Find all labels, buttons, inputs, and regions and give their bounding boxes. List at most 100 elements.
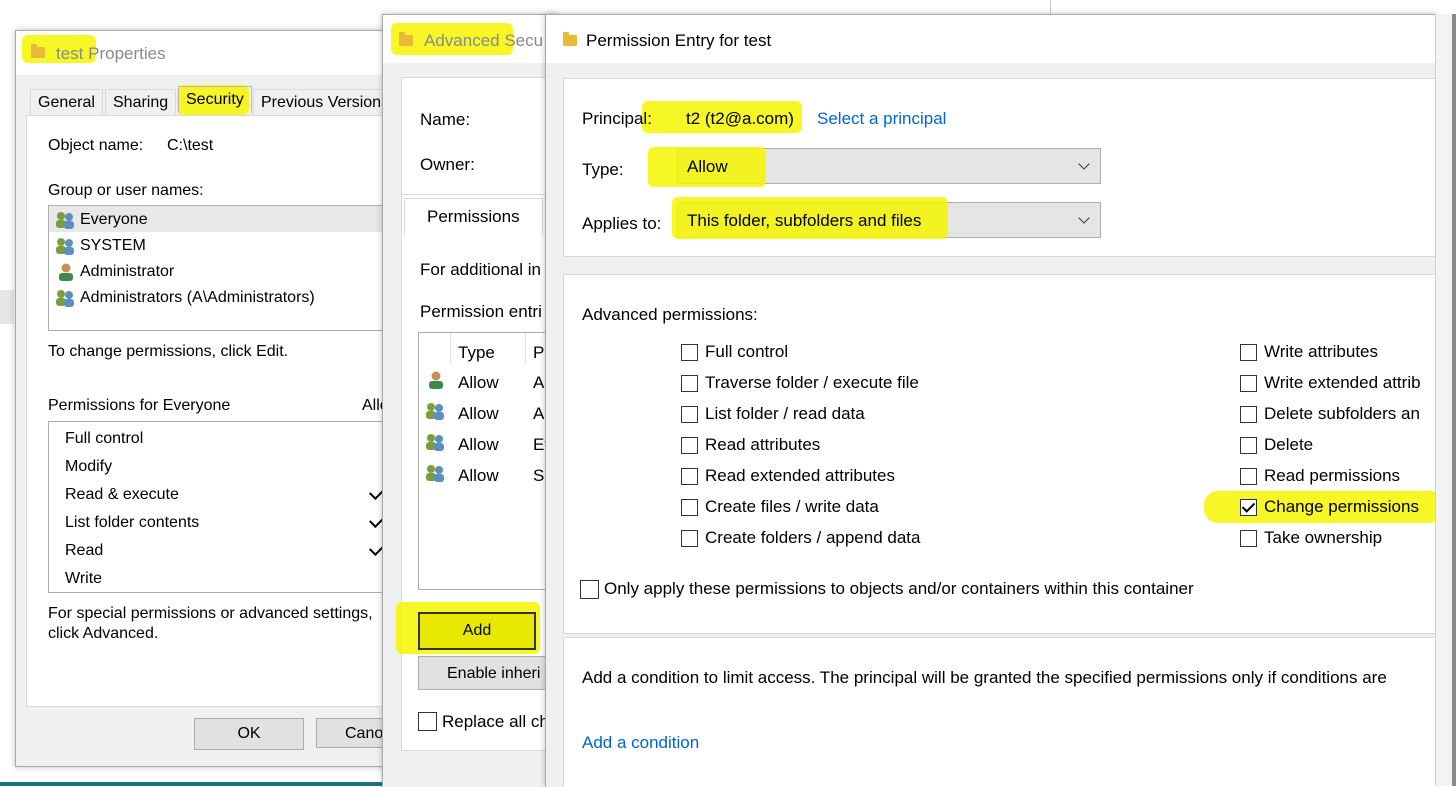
label-read-extended: Read extended attributes xyxy=(705,466,895,485)
group-users-icon xyxy=(425,433,444,451)
label-only-apply: Only apply these permissions to objects … xyxy=(604,579,1194,598)
type-dropdown-value: Allow xyxy=(687,157,728,176)
label-full-control: Full control xyxy=(705,342,789,361)
permission-list: Full control Modify Read & execute List … xyxy=(48,421,410,593)
checkbox-delete[interactable] xyxy=(1240,437,1257,454)
folder-icon xyxy=(563,32,577,46)
tab-permissions[interactable]: Permissions xyxy=(404,198,543,235)
entry-type[interactable]: Allow xyxy=(458,466,499,486)
principal-panel: Principal: t2 (t2@a.com) Select a princi… xyxy=(563,78,1436,257)
advanced-permissions-panel: Advanced permissions: Full control Trave… xyxy=(563,274,1436,634)
chevron-down-icon xyxy=(1078,212,1090,224)
label-delete-subfolders: Delete subfolders an xyxy=(1264,404,1420,423)
condition-panel: Add a condition to limit access. The pri… xyxy=(563,637,1436,787)
group-users-icon xyxy=(55,211,74,229)
object-name-label: Object name: xyxy=(48,137,144,154)
ok-button[interactable]: OK xyxy=(194,718,304,750)
checkbox-only-apply[interactable] xyxy=(580,580,599,599)
checkbox-write-extended[interactable] xyxy=(1240,375,1257,392)
entry-principal[interactable]: A xyxy=(533,404,544,424)
user-list[interactable]: Everyone SYSTEM Administrator Administra… xyxy=(48,205,410,331)
perm-list-folder: List folder contents xyxy=(65,514,200,531)
perm-entries-table[interactable]: Type Pr Allow A Allow A Allow Ev Allow S… xyxy=(418,332,558,590)
permission-entry-window: Permission Entry for test Principal: t2 … xyxy=(545,14,1436,787)
entry-type[interactable]: Allow xyxy=(458,435,499,455)
properties-window: test Properties General Sharing Security… xyxy=(15,30,417,767)
entry-type[interactable]: Allow xyxy=(458,373,499,393)
tab-previous-versions[interactable]: Previous Versions xyxy=(253,89,398,116)
perm-modify: Modify xyxy=(65,458,113,475)
checkbox-write-attributes[interactable] xyxy=(1240,344,1257,361)
col-divider xyxy=(450,333,451,363)
checkbox-read-permissions[interactable] xyxy=(1240,468,1257,485)
add-button[interactable]: Add xyxy=(418,612,536,650)
label-write-attributes: Write attributes xyxy=(1264,342,1379,361)
checkbox-read-attributes[interactable] xyxy=(681,437,698,454)
user-administrators[interactable]: Administrators (A\Administrators) xyxy=(80,289,315,307)
label-create-files: Create files / write data xyxy=(705,497,879,516)
type-dropdown[interactable]: Allow xyxy=(648,147,1101,187)
tab-general[interactable]: General xyxy=(30,89,103,116)
principal-value: t2 (t2@a.com) xyxy=(686,109,794,128)
enable-inheritance-button[interactable]: Enable inheri xyxy=(418,656,558,690)
checkbox-full-control[interactable] xyxy=(681,344,698,361)
change-hint: To change permissions, click Edit. xyxy=(48,343,289,360)
checkbox-delete-subfolders[interactable] xyxy=(1240,406,1257,423)
applies-to-value: This folder, subfolders and files xyxy=(687,211,922,230)
advanced-security-window: Advanced Secu Name: Owner: Permissions F… xyxy=(382,14,559,787)
for-additional-label: For additional in xyxy=(420,260,541,279)
label-read-attributes: Read attributes xyxy=(705,435,821,454)
condition-text: Add a condition to limit access. The pri… xyxy=(582,668,1387,687)
checkbox-list-folder[interactable] xyxy=(681,406,698,423)
add-condition-link[interactable]: Add a condition xyxy=(582,733,699,753)
entry-type[interactable]: Allow xyxy=(458,404,499,424)
name-label: Name: xyxy=(420,110,471,129)
enable-inheritance-label: Enable inheri xyxy=(447,665,541,682)
tab-strip-line xyxy=(402,194,558,195)
user-administrator[interactable]: Administrator xyxy=(80,263,174,281)
folder-icon xyxy=(399,32,413,46)
entry-principal[interactable]: A xyxy=(533,373,544,393)
background-window-edge xyxy=(1050,0,1456,14)
replace-all-label: Replace all ch xyxy=(442,712,549,731)
advanced-title: Advanced Secu xyxy=(424,31,544,50)
checkbox-read-extended[interactable] xyxy=(681,468,698,485)
label-create-folders: Create folders / append data xyxy=(705,528,921,547)
tab-sharing[interactable]: Sharing xyxy=(105,89,177,116)
checkbox-take-ownership[interactable] xyxy=(1240,530,1257,547)
label-take-ownership: Take ownership xyxy=(1264,528,1383,547)
chevron-down-icon xyxy=(1078,158,1090,170)
scrollbar-right-edge xyxy=(1452,14,1456,786)
col-divider xyxy=(525,333,526,363)
properties-title: test Properties xyxy=(56,44,166,63)
advanced-permissions-label: Advanced permissions: xyxy=(582,305,758,324)
perm-entries-label: Permission entri xyxy=(420,302,542,321)
entry-title: Permission Entry for test xyxy=(586,31,772,50)
col-type-header[interactable]: Type xyxy=(458,343,495,363)
tab-security[interactable]: Security xyxy=(178,86,252,113)
security-panel: Object name: C:\test Group or user names… xyxy=(26,115,410,707)
advanced-panel: Name: Owner: Permissions For additional … xyxy=(396,77,558,751)
applies-to-dropdown[interactable]: This folder, subfolders and files xyxy=(672,197,1101,239)
user-system[interactable]: SYSTEM xyxy=(80,237,146,255)
label-traverse-folder: Traverse folder / execute file xyxy=(705,373,919,392)
checkbox-change-permissions[interactable] xyxy=(1240,499,1257,516)
replace-all-checkbox[interactable] xyxy=(418,712,437,731)
perm-read: Read xyxy=(65,542,104,559)
object-name-value: C:\test xyxy=(167,137,214,154)
user-everyone[interactable]: Everyone xyxy=(80,211,148,229)
select-principal-link[interactable]: Select a principal xyxy=(817,109,946,129)
checkbox-create-folders[interactable] xyxy=(681,530,698,547)
label-list-folder: List folder / read data xyxy=(705,404,865,423)
label-change-permissions: Change permissions xyxy=(1264,497,1419,516)
group-users-icon xyxy=(425,402,444,420)
checkbox-traverse-folder[interactable] xyxy=(681,375,698,392)
group-label: Group or user names: xyxy=(48,182,204,199)
user-icon xyxy=(427,371,445,389)
checkbox-create-files[interactable] xyxy=(681,499,698,516)
applies-to-label: Applies to: xyxy=(582,214,662,233)
permissions-for-label: Permissions for Everyone xyxy=(48,397,231,414)
perm-full-control: Full control xyxy=(65,430,144,447)
group-users-icon xyxy=(55,289,74,307)
user-icon xyxy=(57,263,75,281)
